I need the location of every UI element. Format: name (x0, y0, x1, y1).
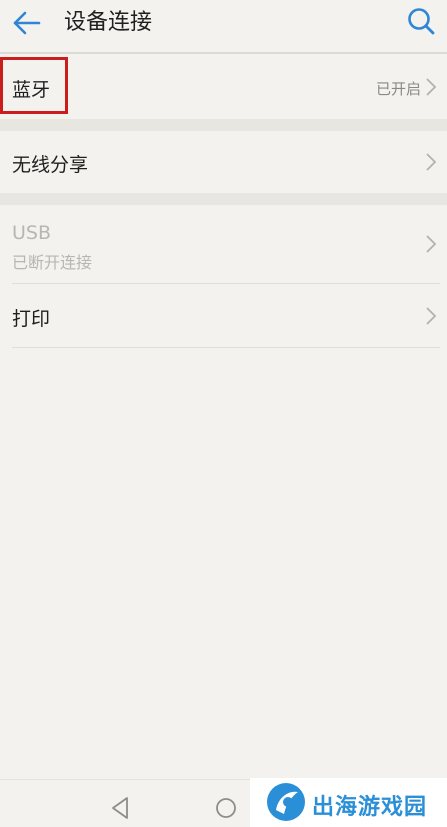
row-divider (12, 347, 440, 348)
device-connection-screen: 设备连接 蓝牙 已开启 无线分享 USB 已断开连接 打印 出海游戏园 (0, 0, 447, 827)
watermark-text: 出海游戏园 (312, 795, 428, 820)
section-gap (0, 119, 447, 131)
usb-label: USB (12, 222, 52, 244)
top-app-bar: 设备连接 (0, 0, 447, 54)
print-label: 打印 (12, 308, 51, 330)
settings-row-print[interactable]: 打印 (0, 284, 447, 347)
search-icon[interactable] (406, 6, 436, 36)
chevron-right-icon (426, 307, 437, 325)
settings-row-wireless-share[interactable]: 无线分享 (0, 131, 447, 193)
section-gap (0, 193, 447, 205)
page-title: 设备连接 (64, 10, 153, 35)
settings-row-usb[interactable]: USB 已断开连接 (0, 205, 447, 283)
bluetooth-status: 已开启 (375, 80, 421, 98)
chevron-right-icon (426, 78, 437, 96)
watermark: 出海游戏园 (250, 778, 447, 827)
highlight-box (0, 57, 68, 114)
wireless-share-label: 无线分享 (12, 154, 89, 176)
triangle-back-icon[interactable] (110, 796, 130, 820)
chevron-right-icon (426, 235, 437, 253)
watermark-logo-icon (267, 783, 305, 821)
circle-home-icon[interactable] (215, 797, 237, 819)
chevron-right-icon (426, 153, 437, 171)
usb-status: 已断开连接 (12, 253, 93, 272)
back-arrow-icon[interactable] (10, 6, 44, 40)
